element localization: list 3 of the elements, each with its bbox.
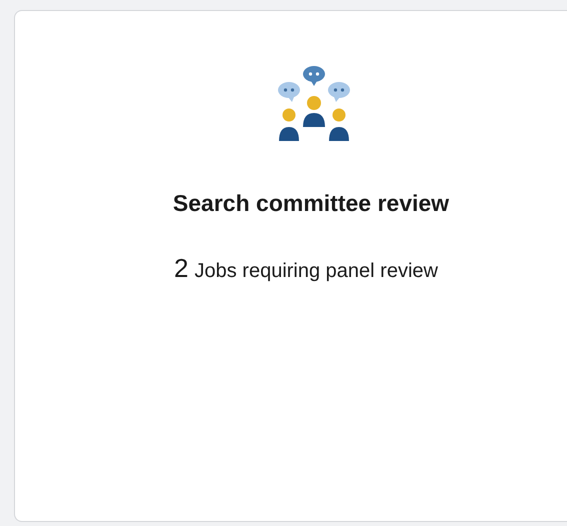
- job-count: 2: [174, 253, 188, 284]
- count-label: Jobs requiring panel review: [194, 260, 438, 283]
- card-title: Search committee review: [172, 190, 450, 217]
